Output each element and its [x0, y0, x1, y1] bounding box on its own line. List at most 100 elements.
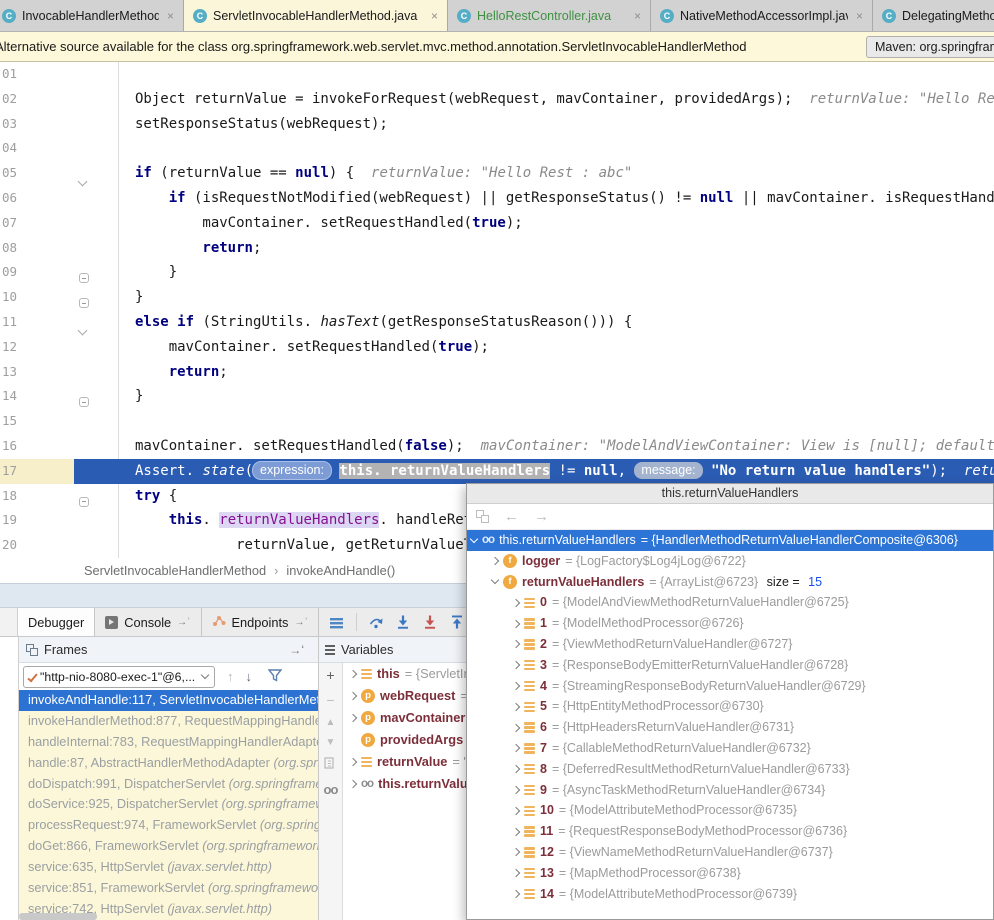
tool-window-tab-debugger[interactable]: Debugger [18, 608, 95, 636]
tree-row[interactable]: 9 = {AsyncTaskMethodReturnValueHandler@6… [467, 780, 993, 801]
tree-row[interactable]: 7 = {CallableMethodReturnValueHandler@67… [467, 738, 993, 759]
code-line[interactable]: 11else if (StringUtils. hasText(getRespo… [0, 310, 994, 335]
tree-row[interactable]: 1 = {ModelMethodProcessor@6726} [467, 613, 993, 634]
tree-row[interactable]: freturnValueHandlers = {ArrayList@6723} … [467, 572, 993, 593]
horizontal-scrollbar-thumb[interactable] [19, 913, 97, 920]
code-line[interactable]: 03setResponseStatus(webRequest); [0, 112, 994, 137]
stack-frame-row[interactable]: doGet:866, FrameworkServlet (org.springf… [19, 836, 318, 857]
expander-icon[interactable] [349, 670, 357, 678]
tree-row[interactable]: 14 = {ModelAttributeMethodProcessor@6739… [467, 884, 993, 905]
fold-marker-icon[interactable] [79, 268, 89, 293]
current-execution-line[interactable]: 17Assert. state(expression: this. return… [0, 459, 994, 484]
expander-icon[interactable] [491, 557, 499, 565]
expander-icon[interactable] [349, 692, 357, 700]
frame-up-icon[interactable]: ↑ [227, 669, 234, 684]
fold-marker-icon[interactable] [79, 293, 89, 318]
stack-frame-row[interactable]: service:851, FrameworkServlet (org.sprin… [19, 878, 318, 899]
stack-frame-row[interactable]: service:635, HttpServlet (javax.servlet.… [19, 857, 318, 878]
tree-row[interactable]: 4 = {StreamingResponseBodyReturnValueHan… [467, 676, 993, 697]
tree-row[interactable]: 0 = {ModelAndViewMethodReturnValueHandle… [467, 592, 993, 613]
stack-frame-row[interactable]: doDispatch:991, DispatcherServlet (org.s… [19, 774, 318, 795]
remove-watch-icon[interactable]: − [326, 692, 334, 708]
expander-icon[interactable] [512, 848, 520, 856]
code-line[interactable]: 01 [0, 62, 994, 87]
popup-variable-tree[interactable]: oothis.returnValueHandlers = {HandlerMet… [467, 530, 993, 919]
thread-dropdown[interactable]: "http-nio-8080-exec-1"@6,... [23, 666, 215, 688]
fold-marker-icon[interactable] [79, 318, 86, 343]
expander-icon[interactable] [512, 640, 520, 648]
maven-source-button[interactable]: Maven: org.springframework:spring-webmvc [866, 36, 994, 58]
editor-tab-2[interactable]: CServletInvocableHandlerMethod.java× [184, 0, 448, 32]
expander-icon[interactable] [512, 744, 520, 752]
fold-marker-icon[interactable] [79, 392, 89, 417]
show-watches-icon[interactable]: oo [324, 782, 338, 797]
force-step-into-icon[interactable] [422, 614, 438, 630]
breadcrumb-item[interactable]: invokeAndHandle() [286, 563, 395, 578]
close-icon[interactable]: × [856, 9, 863, 23]
move-down-icon[interactable]: ▼ [326, 737, 336, 748]
code-line[interactable]: 08return; [0, 236, 994, 261]
frame-down-icon[interactable]: ↓ [246, 669, 253, 684]
frames-list[interactable]: invokeAndHandle:117, ServletInvocableHan… [18, 690, 318, 920]
tree-row[interactable]: 3 = {ResponseBodyEmitterReturnValueHandl… [467, 655, 993, 676]
tree-row[interactable]: 8 = {DeferredResultMethodReturnValueHand… [467, 759, 993, 780]
expander-icon[interactable] [349, 780, 357, 788]
stack-frame-row[interactable]: handleInternal:783, RequestMappingHandle… [19, 732, 318, 753]
expander-icon[interactable] [512, 827, 520, 835]
tree-row[interactable]: 13 = {MapMethodProcessor@6738} [467, 863, 993, 884]
expander-icon[interactable] [512, 619, 520, 627]
expander-icon[interactable] [512, 682, 520, 690]
expander-icon[interactable] [512, 723, 520, 731]
stack-frame-row[interactable]: handle:87, AbstractHandlerMethodAdapter … [19, 753, 318, 774]
fold-marker-icon[interactable] [79, 492, 89, 517]
stack-frame-row[interactable]: doService:925, DispatcherServlet (org.sp… [19, 794, 318, 815]
tool-window-tab-console[interactable]: Console→ʾ [95, 608, 201, 636]
expander-icon[interactable] [512, 807, 520, 815]
code-line[interactable]: 10} [0, 285, 994, 310]
close-icon[interactable]: × [431, 9, 438, 23]
expander-icon[interactable] [512, 890, 520, 898]
close-icon[interactable]: × [634, 9, 641, 23]
editor-tab-5[interactable]: CDelegatingMethodAccessorImpl.java× [873, 0, 994, 32]
fold-marker-icon[interactable] [79, 169, 86, 194]
duplicate-watch-icon[interactable] [324, 757, 337, 773]
expander-icon[interactable] [470, 535, 478, 543]
step-out-icon[interactable] [449, 614, 465, 630]
editor-tab-3[interactable]: CHelloRestController.java× [448, 0, 651, 32]
expander-icon[interactable] [512, 703, 520, 711]
code-line[interactable]: 13return; [0, 360, 994, 385]
tree-row[interactable]: 11 = {RequestResponseBodyMethodProcessor… [467, 821, 993, 842]
stack-frame-row[interactable]: invokeAndHandle:117, ServletInvocableHan… [19, 690, 318, 711]
back-arrow-icon[interactable]: ← [504, 508, 519, 525]
step-over-icon[interactable] [368, 614, 384, 630]
expander-icon[interactable] [491, 576, 499, 584]
forward-arrow-icon[interactable]: → [534, 508, 549, 525]
tree-row[interactable]: 10 = {ModelAttributeMethodProcessor@6735… [467, 800, 993, 821]
code-line[interactable]: 16mavContainer. setRequestHandled(false)… [0, 434, 994, 459]
editor-tab-4[interactable]: CNativeMethodAccessorImpl.java× [651, 0, 873, 32]
expander-icon[interactable] [512, 661, 520, 669]
code-line[interactable]: 05if (returnValue == null) { returnValue… [0, 161, 994, 186]
code-line[interactable]: 12mavContainer. setRequestHandled(true); [0, 335, 994, 360]
inspect-icon[interactable] [476, 510, 489, 523]
tree-row[interactable]: 6 = {HttpHeadersReturnValueHandler@6731} [467, 717, 993, 738]
tool-window-tab-endpoints[interactable]: Endpoints→ʾ [202, 608, 319, 636]
tree-row[interactable]: flogger = {LogFactory$Log4jLog@6722} [467, 551, 993, 572]
expander-icon[interactable] [349, 758, 357, 766]
move-up-icon[interactable]: ▲ [326, 717, 336, 728]
breadcrumb-item[interactable]: ServletInvocableHandlerMethod [84, 563, 266, 578]
add-watch-icon[interactable]: + [326, 667, 334, 683]
code-line[interactable]: 02Object returnValue = invokeForRequest(… [0, 87, 994, 112]
expander-icon[interactable] [512, 599, 520, 607]
code-line[interactable]: 14} [0, 384, 994, 409]
expander-icon[interactable] [512, 869, 520, 877]
code-line[interactable]: 09} [0, 260, 994, 285]
tree-row[interactable]: oothis.returnValueHandlers = {HandlerMet… [467, 530, 993, 551]
expander-icon[interactable] [349, 714, 357, 722]
frames-pin-icon[interactable]: →ʻ [289, 643, 304, 657]
close-icon[interactable]: × [167, 9, 174, 23]
code-line[interactable]: 06if (isRequestNotModified(webRequest) |… [0, 186, 994, 211]
threads-menu-icon[interactable] [329, 614, 345, 630]
code-line[interactable]: 04 [0, 136, 994, 161]
tree-row[interactable]: 5 = {HttpEntityMethodProcessor@6730} [467, 696, 993, 717]
